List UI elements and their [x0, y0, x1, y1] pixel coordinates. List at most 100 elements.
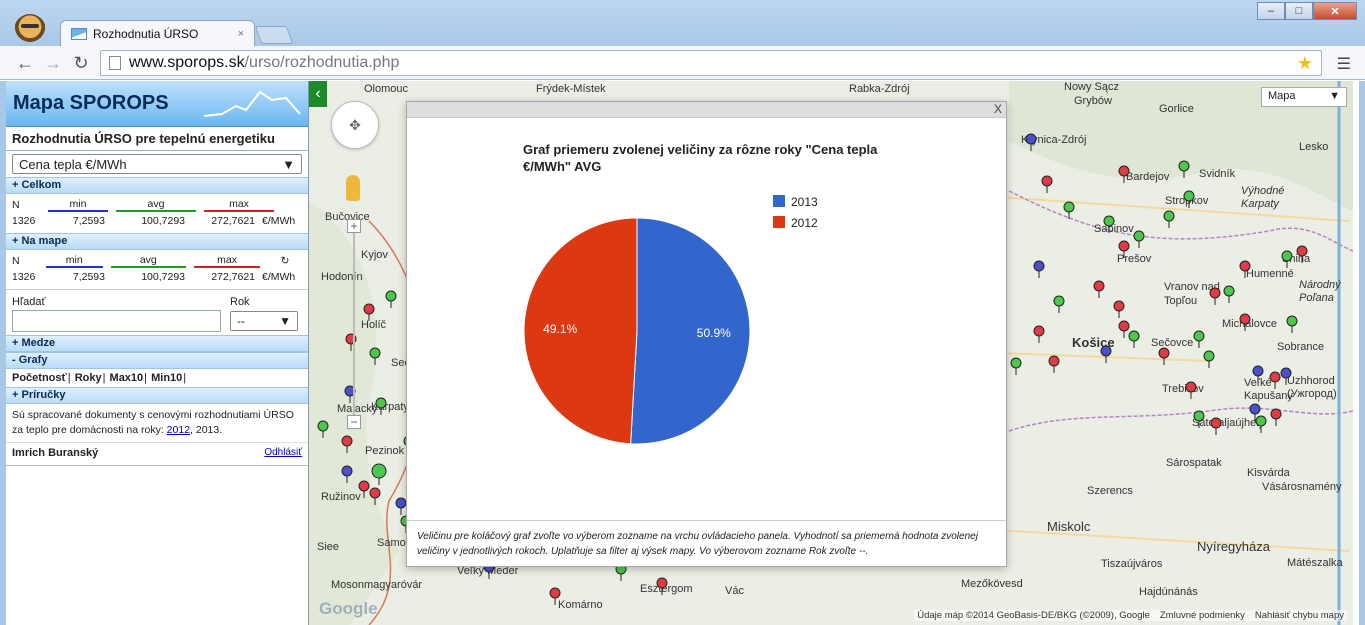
info-text-after: , 2013. [190, 424, 223, 436]
marker-red[interactable] [656, 577, 668, 595]
graph-link-pocetnost[interactable]: Početnosť [12, 372, 67, 384]
map-type-select[interactable]: Mapa ▼ [1261, 87, 1347, 107]
marker-green[interactable] [1203, 350, 1215, 368]
marker-green[interactable] [1063, 201, 1075, 219]
marker-blue[interactable] [395, 497, 407, 515]
section-celkom[interactable]: + Celkom [6, 177, 308, 194]
col-min: min [48, 198, 108, 212]
section-grafy[interactable]: - Grafy [6, 352, 308, 369]
marker-green[interactable] [1010, 357, 1022, 375]
marker-green[interactable] [1183, 190, 1195, 208]
marker-green[interactable] [1103, 215, 1115, 233]
close-window-button[interactable]: ✕ [1313, 2, 1357, 20]
marker-green[interactable] [385, 290, 397, 308]
marker-green[interactable] [1178, 160, 1190, 178]
bookmark-star-icon[interactable]: ★ [1297, 53, 1313, 74]
marker-blue[interactable] [1100, 345, 1112, 363]
marker-green[interactable] [1163, 210, 1175, 228]
marker-green[interactable] [317, 420, 329, 438]
dialog-close-button[interactable]: X [994, 102, 1002, 116]
marker-green[interactable] [1255, 415, 1267, 433]
marker-red[interactable] [1033, 325, 1045, 343]
marker-blue[interactable] [341, 465, 353, 483]
marker-red[interactable] [1239, 260, 1251, 278]
marker-red[interactable] [1185, 381, 1197, 399]
marker-red[interactable] [1048, 355, 1060, 373]
forward-arrow-icon[interactable]: → [42, 52, 64, 74]
legend-label-2012[interactable]: 2012 [791, 216, 818, 230]
refresh-icon[interactable]: ↻ [264, 255, 302, 267]
pie-chart: Graf priemeru zvolenej veličiny za rôzne… [523, 142, 878, 445]
marker-blue[interactable] [1252, 365, 1264, 383]
marker-red[interactable] [358, 480, 370, 498]
pie-slice-2012[interactable] [523, 217, 638, 445]
marker-red[interactable] [1118, 165, 1130, 183]
collapse-panel-button[interactable]: ‹ [309, 81, 327, 107]
marker-blue[interactable] [1025, 133, 1037, 151]
marker-red[interactable] [369, 487, 381, 505]
search-area: Hľadať Rok -- ▼ [6, 289, 308, 335]
tab-close-icon[interactable]: × [238, 28, 244, 40]
col-avg: avg [110, 254, 187, 268]
marker-green[interactable] [1193, 330, 1205, 348]
graph-link-roky[interactable]: Roky [75, 372, 102, 384]
section-na-mape[interactable]: + Na mape [6, 233, 308, 250]
marker-green[interactable] [1281, 250, 1293, 268]
marker-red[interactable] [1296, 245, 1308, 263]
section-prirucky[interactable]: + Príručky [6, 387, 308, 404]
legend-label-2013[interactable]: 2013 [791, 195, 818, 209]
browser-tab[interactable]: Rozhodnutia ÚRSO × [60, 20, 255, 46]
minimize-button[interactable]: – [1257, 2, 1285, 20]
marker-red[interactable] [1113, 300, 1125, 318]
map-canvas[interactable]: Olomouc Frýdek-Místek Rabka-Zdrój Nowy S… [309, 81, 1353, 625]
marker-red[interactable] [1209, 287, 1221, 305]
street-view-pegman-icon[interactable] [346, 175, 360, 201]
marker-red[interactable] [1269, 371, 1281, 389]
marker-red[interactable] [363, 303, 375, 321]
marker-blue[interactable] [1280, 367, 1292, 385]
marker-green[interactable] [1223, 285, 1235, 303]
marker-red[interactable] [549, 587, 561, 605]
marker-red[interactable] [1093, 280, 1105, 298]
marker-green[interactable] [375, 397, 387, 415]
reload-icon[interactable]: ↻ [70, 52, 92, 74]
search-input[interactable] [12, 310, 221, 332]
value-avg: 100,7293 [141, 215, 185, 227]
rok-select[interactable]: -- ▼ [230, 311, 298, 331]
marker-blue[interactable] [1033, 260, 1045, 278]
marker-green[interactable] [1193, 410, 1205, 428]
marker-green[interactable] [1286, 315, 1298, 333]
marker-red[interactable] [1118, 240, 1130, 258]
marker-red[interactable] [1270, 408, 1282, 426]
marker-red[interactable] [1041, 175, 1053, 193]
pie-slice-2013[interactable] [630, 217, 751, 445]
zoom-in-button[interactable]: + [347, 219, 361, 233]
new-tab-button[interactable] [254, 26, 294, 44]
profile-avatar[interactable] [14, 14, 46, 46]
marker-green[interactable] [1053, 295, 1065, 313]
back-arrow-icon[interactable]: ← [14, 52, 36, 74]
marker-red[interactable] [1210, 417, 1222, 435]
marker-red[interactable] [1158, 347, 1170, 365]
graph-link-max10[interactable]: Max10 [110, 372, 144, 384]
terms-link[interactable]: Zmluvné podmienky [1160, 610, 1245, 621]
zoom-out-button[interactable]: − [347, 415, 361, 429]
logout-link[interactable]: Odhlásiť [264, 447, 302, 459]
marker-red[interactable] [1239, 313, 1251, 331]
report-error-link[interactable]: Nahlásiť chybu mapy [1255, 610, 1344, 621]
marker-green[interactable] [369, 347, 381, 365]
metric-select[interactable]: Cena tepla €/MWh ▼ [12, 154, 302, 174]
marker-red[interactable] [341, 435, 353, 453]
browser-menu-icon[interactable]: ☰ [1337, 54, 1351, 74]
year-link-2012[interactable]: 2012 [167, 424, 190, 436]
graph-link-min10[interactable]: Min10 [151, 372, 182, 384]
pan-control-icon[interactable]: ✥ [331, 101, 379, 149]
address-bar[interactable]: www.sporops.sk/urso/rozhodnutia.php ★ [100, 50, 1322, 76]
section-medze[interactable]: + Medze [6, 335, 308, 352]
marker-green[interactable] [1128, 330, 1140, 348]
marker-green[interactable] [371, 463, 387, 485]
marker-red[interactable] [1118, 320, 1130, 338]
marker-green[interactable] [1133, 230, 1145, 248]
maximize-button[interactable]: □ [1285, 2, 1313, 20]
zoom-slider[interactable] [353, 233, 355, 415]
